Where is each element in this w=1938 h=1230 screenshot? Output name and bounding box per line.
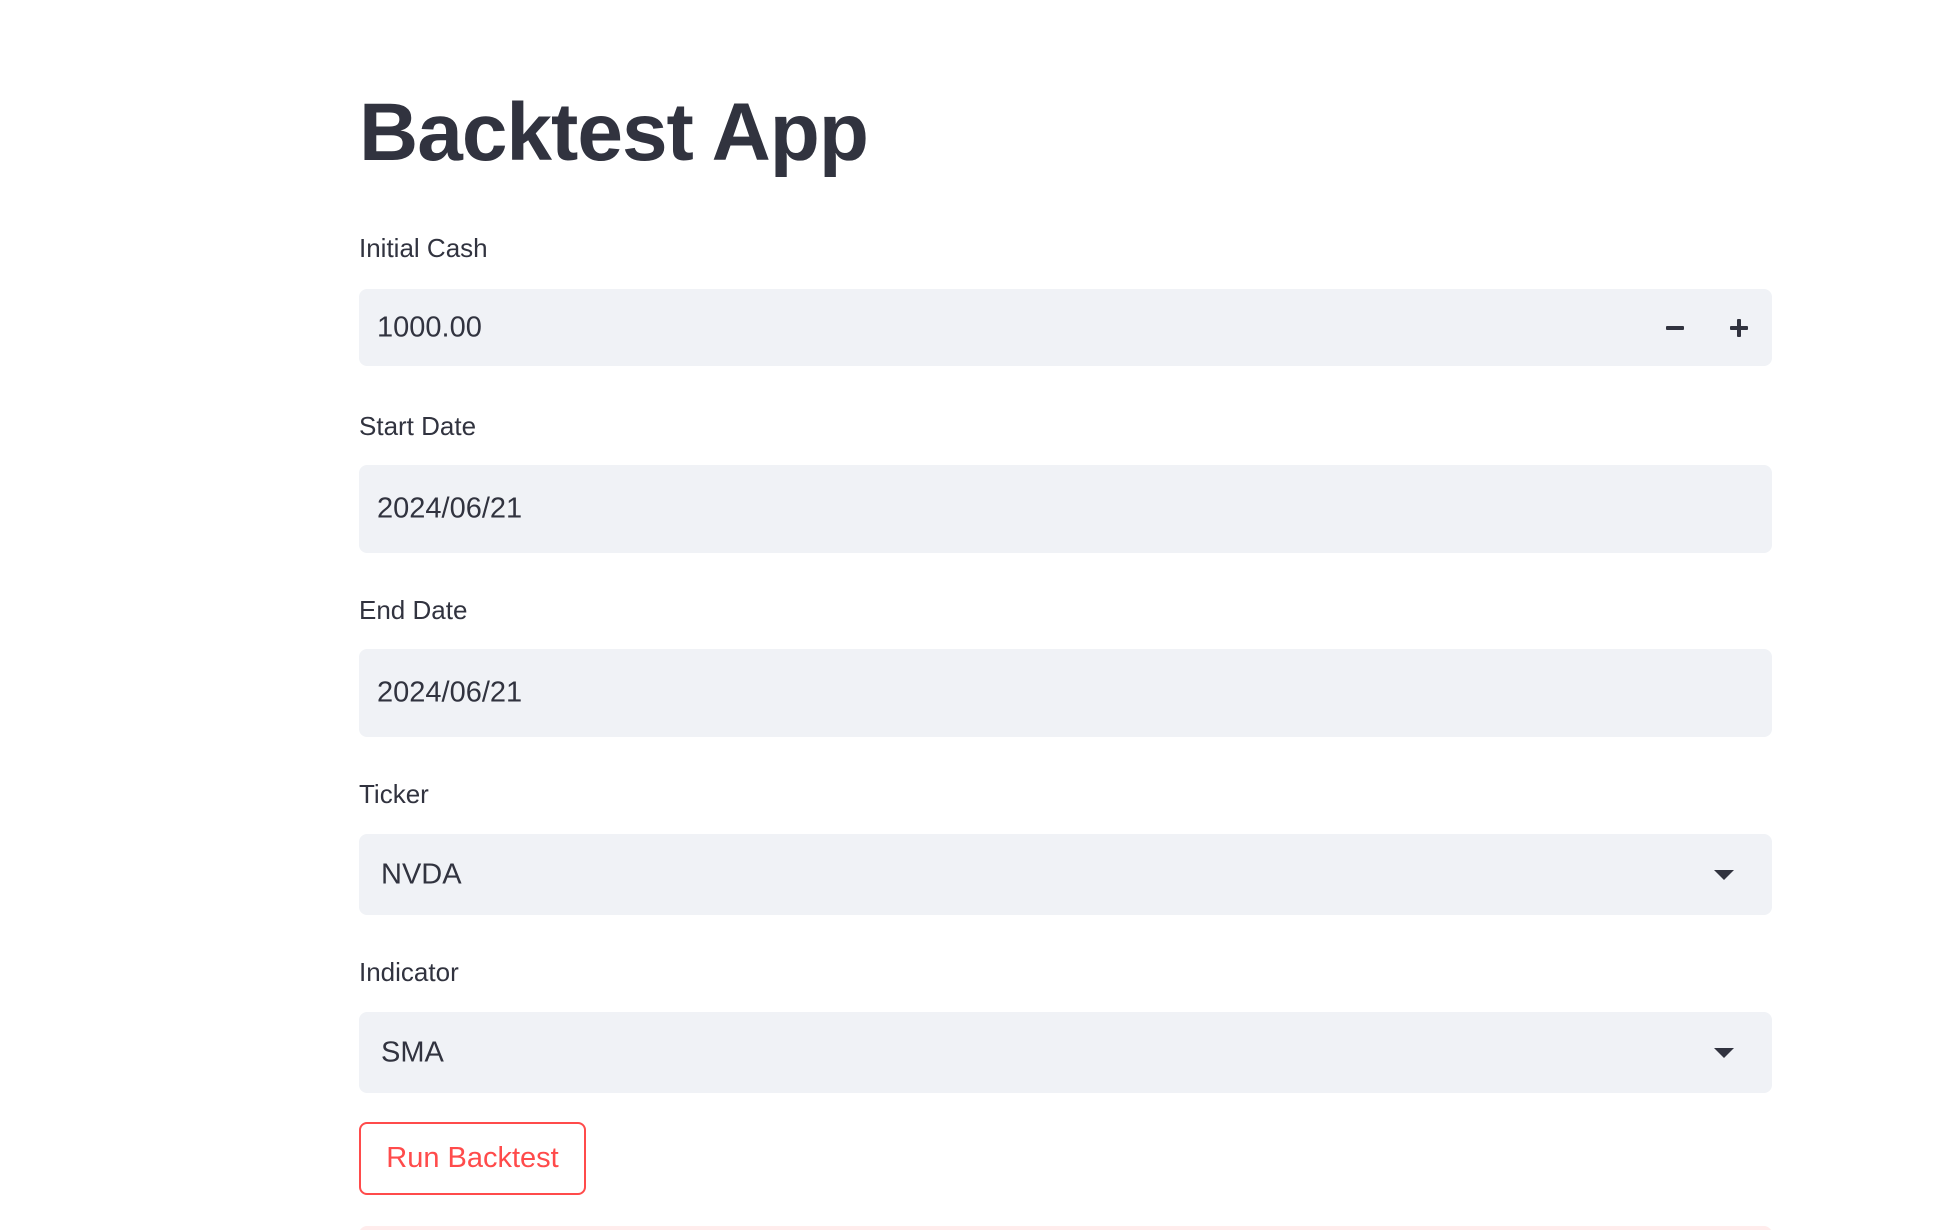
start-date-value[interactable]: 2024/06/21 [377, 494, 522, 524]
initial-cash-value[interactable]: 1000.00 [377, 313, 482, 342]
increment-button[interactable] [1707, 289, 1771, 366]
ticker-selected-value: NVDA [381, 858, 462, 890]
caret-down-icon[interactable] [1714, 1047, 1734, 1059]
end-date-value[interactable]: 2024/06/21 [377, 678, 522, 708]
start-date-input[interactable]: 2024/06/21 [359, 465, 1772, 553]
page-title: Backtest App [359, 87, 869, 178]
plus-icon [1730, 318, 1748, 337]
ticker-select[interactable]: NVDA [359, 834, 1772, 915]
initial-cash-input[interactable]: 1000.00 [359, 289, 1772, 366]
end-date-label: End Date [359, 595, 468, 625]
run-backtest-button[interactable]: Run Backtest [359, 1122, 586, 1195]
indicator-selected-value: SMA [381, 1036, 444, 1068]
alert-box [359, 1226, 1772, 1230]
indicator-label: Indicator [359, 957, 459, 987]
minus-icon [1666, 325, 1684, 330]
end-date-input[interactable]: 2024/06/21 [359, 649, 1772, 737]
main-content: Backtest App Initial Cash 1000.00 Start … [359, 0, 1773, 1230]
start-date-label: Start Date [359, 411, 477, 441]
caret-down-icon[interactable] [1714, 869, 1734, 881]
app-page: Backtest App Initial Cash 1000.00 Start … [0, 0, 1938, 1230]
decrement-button[interactable] [1643, 289, 1707, 366]
ticker-label: Ticker [359, 779, 429, 809]
initial-cash-label: Initial Cash [359, 233, 488, 263]
indicator-select[interactable]: SMA [359, 1012, 1772, 1093]
